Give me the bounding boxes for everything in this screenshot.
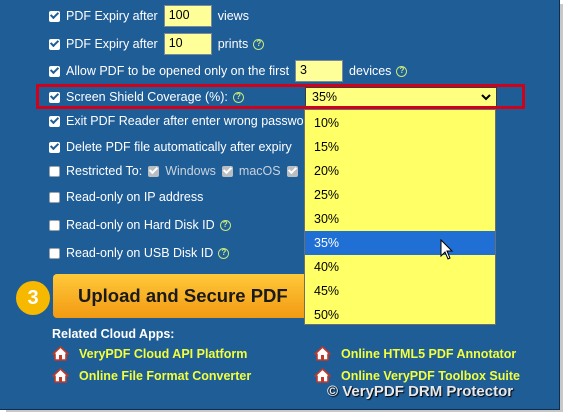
dropdown-option[interactable]: 20% [305,159,495,183]
exit-reader-row: Exit PDF Reader after enter wrong passwo [49,108,304,134]
readonly-disk-label: Read-only on Hard Disk ID [66,218,215,232]
expiry-views-label: PDF Expiry after [66,9,158,23]
dropdown-option[interactable]: 40% [305,255,495,279]
dropdown-option[interactable]: 15% [305,135,495,159]
mouse-cursor-icon [440,239,454,260]
readonly-disk-checkbox[interactable] [49,219,60,231]
coverage-dropdown-list: 10% 15% 20% 25% 30% 35% 40% 45% 50% [304,109,496,325]
readonly-ip-row: Read-only on IP address [49,184,203,210]
restricted-to-row: Restricted To: Windows macOS Li [49,158,313,184]
link-label: Online VeryPDF Toolbox Suite [341,368,520,383]
expiry-prints-row: PDF Expiry after 10 prints ? [49,31,265,57]
help-icon[interactable]: ? [253,38,265,50]
expiry-views-row: PDF Expiry after 100 views [49,3,249,29]
expiry-views-checkbox[interactable] [49,10,60,22]
delete-pdf-checkbox[interactable] [49,141,60,153]
windows-checkbox[interactable] [148,165,160,177]
readonly-usb-label: Read-only on USB Disk ID [66,246,214,260]
dropdown-option[interactable]: 10% [305,111,495,135]
step-number-badge: 3 [16,281,50,315]
devices-row: Allow PDF to be opened only on the first… [49,58,408,84]
devices-label: Allow PDF to be opened only on the first [66,64,290,78]
devices-suffix: devices [349,64,392,78]
link-cloud-api-platform[interactable]: VeryPDF Cloud API Platform [52,346,247,361]
upload-secure-button-label: Upload and Secure PDF [78,285,288,306]
help-icon[interactable]: ? [396,65,408,77]
link-label: Online HTML5 PDF Annotator [341,346,517,361]
home-icon [52,346,69,361]
exit-reader-label: Exit PDF Reader after enter wrong passwo [66,114,304,128]
restricted-to-label: Restricted To: [66,164,143,178]
devices-input[interactable]: 3 [295,60,344,82]
upload-secure-button[interactable]: Upload and Secure PDF [53,274,309,318]
home-icon [314,368,331,383]
expiry-prints-suffix: prints [217,37,249,51]
link-html5-pdf-annotator[interactable]: Online HTML5 PDF Annotator [314,346,516,361]
home-icon [52,368,69,383]
readonly-usb-row: Read-only on USB Disk ID ? [49,240,230,266]
readonly-ip-label: Read-only on IP address [66,190,204,204]
dropdown-option[interactable]: 50% [305,303,495,327]
highlight-annotation-box [36,84,525,109]
delete-pdf-row: Delete PDF file automatically after expi… [49,134,292,160]
readonly-ip-checkbox[interactable] [49,191,60,203]
dropdown-option[interactable]: 45% [305,279,495,303]
dropdown-option[interactable]: 25% [305,183,495,207]
home-icon [314,346,331,361]
expiry-views-suffix: views [217,9,249,23]
readonly-disk-row: Read-only on Hard Disk ID ? [49,212,231,238]
expiry-prints-checkbox[interactable] [49,38,60,50]
macos-checkbox[interactable] [221,165,233,177]
linux-checkbox[interactable] [286,165,298,177]
dropdown-option[interactable]: 30% [305,207,495,231]
delete-pdf-label: Delete PDF file automatically after expi… [66,140,292,154]
watermark-text: © VeryPDF DRM Protector [327,383,514,400]
devices-checkbox[interactable] [49,65,60,77]
help-icon[interactable]: ? [218,247,230,259]
expiry-views-input[interactable]: 100 [163,5,212,27]
expiry-prints-label: PDF Expiry after [66,37,158,51]
readonly-usb-checkbox[interactable] [49,247,60,259]
exit-reader-checkbox[interactable] [49,115,60,127]
windows-label: Windows [165,164,216,178]
dropdown-option-highlighted[interactable]: 35% [305,231,495,255]
link-file-format-converter[interactable]: Online File Format Converter [52,368,251,383]
link-label: VeryPDF Cloud API Platform [79,346,248,361]
link-label: Online File Format Converter [79,368,252,383]
help-icon[interactable]: ? [219,219,231,231]
related-apps-title: Related Cloud Apps: [52,327,175,341]
restricted-to-checkbox[interactable] [49,165,60,177]
drm-options-panel: PDF Expiry after 100 views PDF Expiry af… [0,0,560,410]
macos-label: macOS [238,164,281,178]
expiry-prints-input[interactable]: 10 [163,33,212,55]
link-toolbox-suite[interactable]: Online VeryPDF Toolbox Suite [314,368,520,383]
